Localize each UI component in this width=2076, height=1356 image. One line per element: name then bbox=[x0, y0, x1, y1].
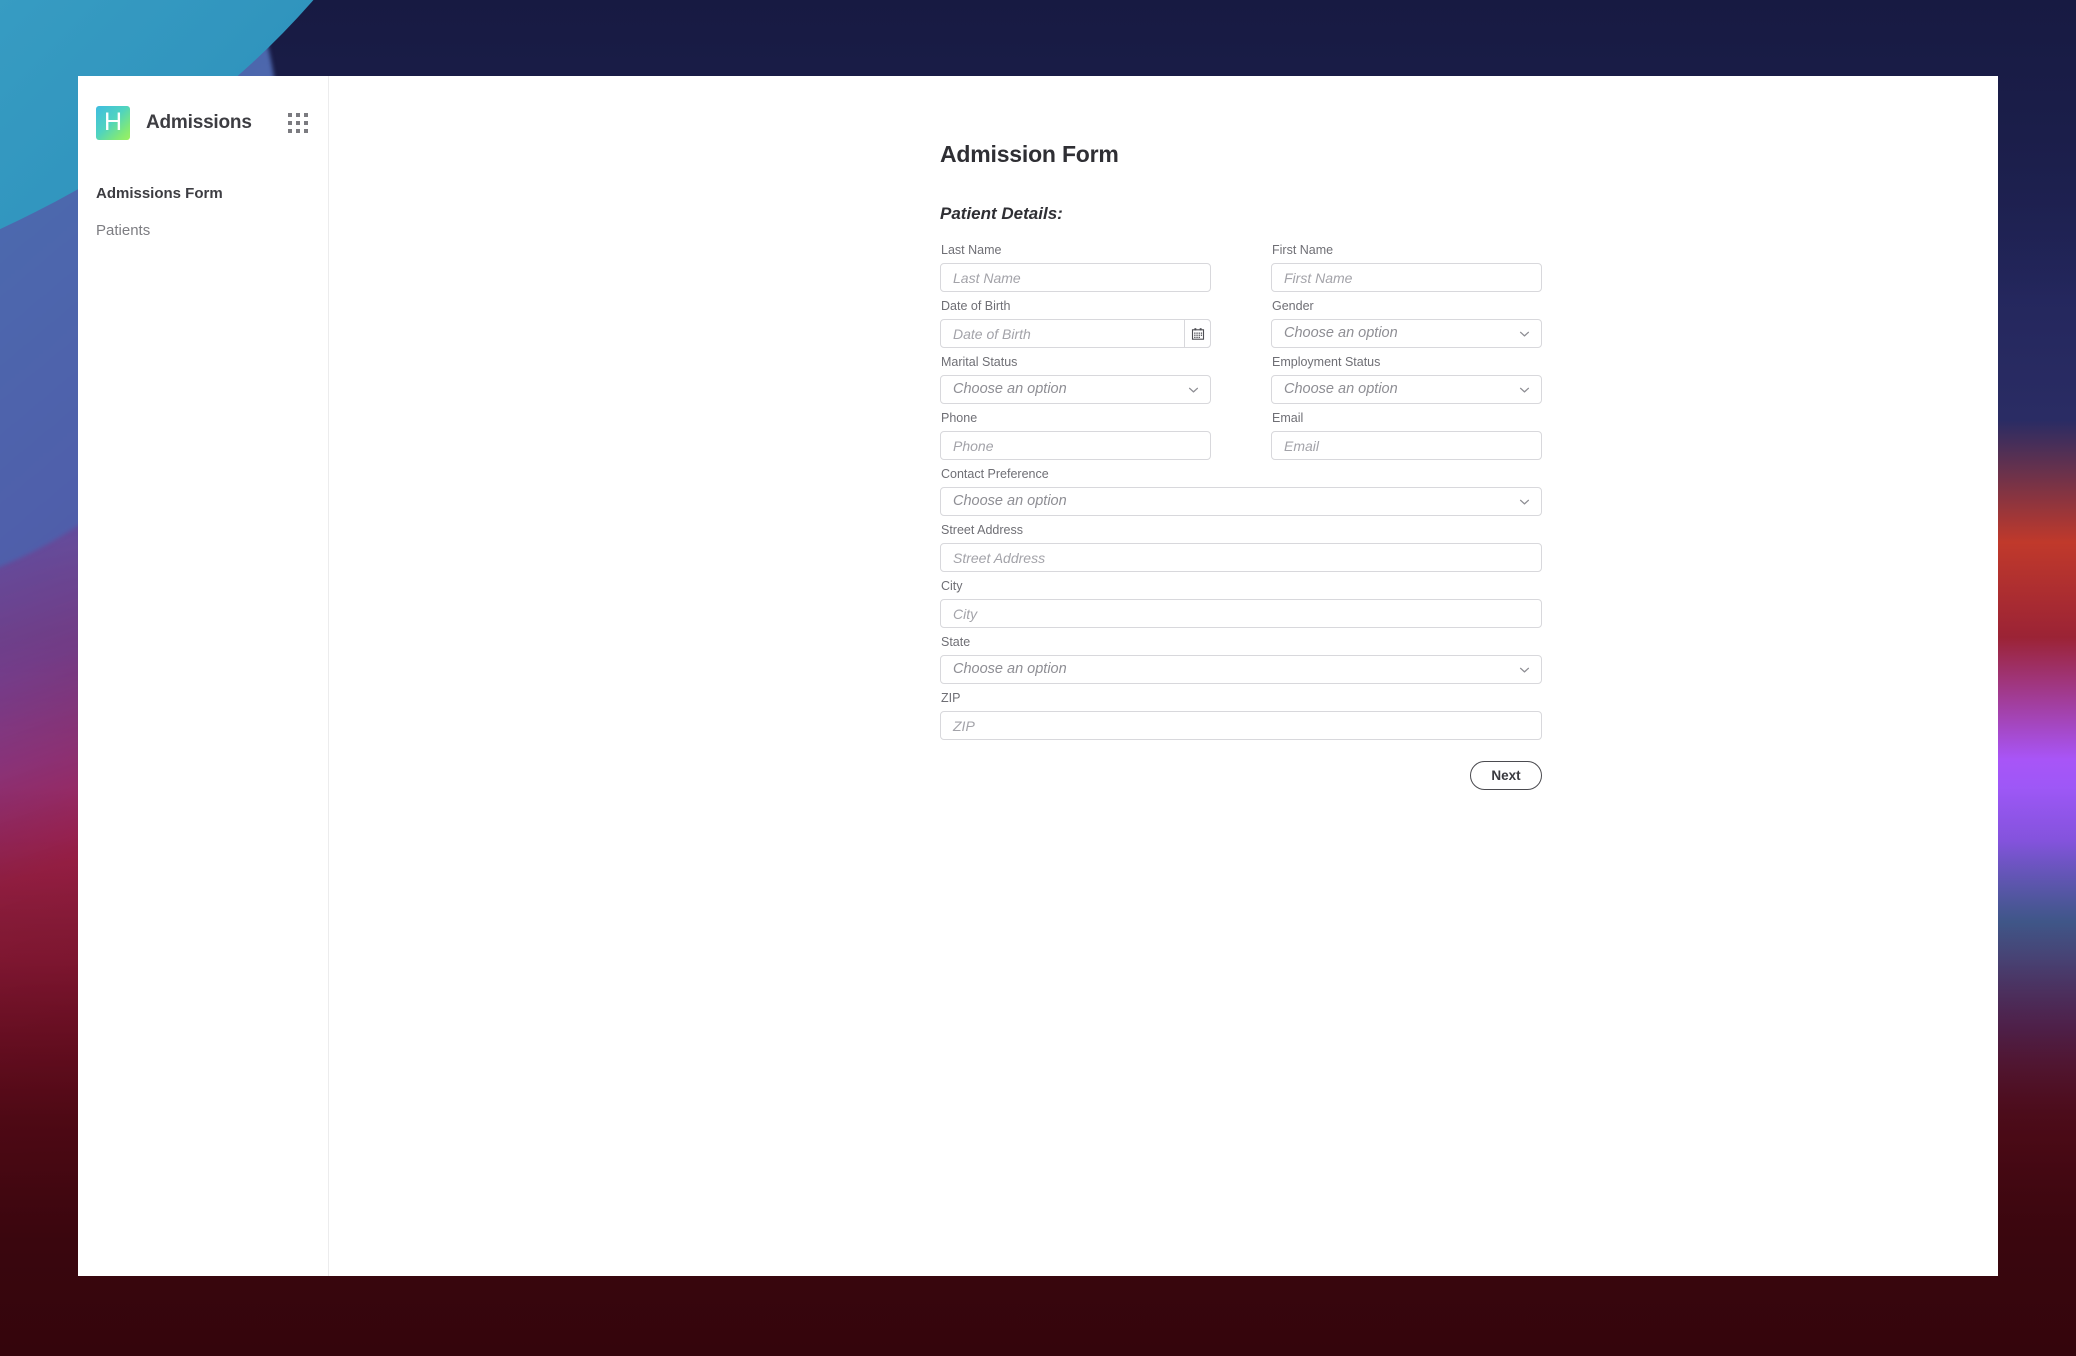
app-logo-letter: H bbox=[103, 108, 123, 136]
control-marital-status[interactable]: Choose an option bbox=[940, 375, 1211, 404]
chevron-down-icon bbox=[1519, 328, 1530, 339]
app-window: H Admissions Admissions Form Patients Ad… bbox=[78, 76, 1998, 1276]
placeholder-gender: Choose an option bbox=[1284, 325, 1398, 342]
chevron-down-icon bbox=[1519, 496, 1530, 507]
form-column-right: First Name First Name Gender Choose an o… bbox=[1271, 236, 1542, 460]
sidebar-item-patients[interactable]: Patients bbox=[78, 213, 328, 250]
main-content: Admission Form Patient Details: Last Nam… bbox=[329, 76, 1998, 1276]
control-last-name[interactable]: Last Name bbox=[940, 263, 1211, 292]
placeholder-city: City bbox=[953, 605, 978, 622]
field-state: State Choose an option bbox=[940, 628, 1542, 684]
chevron-down-icon bbox=[1188, 384, 1199, 395]
control-employment-status[interactable]: Choose an option bbox=[1271, 375, 1542, 404]
app-title: Admissions bbox=[146, 111, 252, 133]
placeholder-street-address: Street Address bbox=[953, 549, 1046, 566]
label-date-of-birth: Date of Birth bbox=[941, 299, 1011, 313]
placeholder-zip: ZIP bbox=[953, 717, 975, 734]
chevron-down-icon bbox=[1519, 384, 1530, 395]
field-date-of-birth: Date of Birth Date of Birth bbox=[940, 292, 1211, 348]
label-city: City bbox=[941, 579, 963, 593]
field-last-name: Last Name Last Name bbox=[940, 236, 1211, 292]
control-email[interactable]: Email bbox=[1271, 431, 1542, 460]
label-zip: ZIP bbox=[941, 691, 961, 705]
placeholder-email: Email bbox=[1284, 437, 1320, 454]
chevron-down-icon bbox=[1519, 664, 1530, 675]
field-contact-preference: Contact Preference Choose an option bbox=[940, 460, 1542, 516]
sidebar-brand-row: H Admissions bbox=[78, 76, 328, 148]
field-street-address: Street Address Street Address bbox=[940, 516, 1542, 572]
control-gender[interactable]: Choose an option bbox=[1271, 319, 1542, 348]
grid-apps-icon[interactable] bbox=[288, 112, 308, 133]
sidebar-item-admissions-form[interactable]: Admissions Form bbox=[78, 176, 328, 213]
label-employment-status: Employment Status bbox=[1272, 355, 1381, 369]
label-contact-preference: Contact Preference bbox=[941, 467, 1049, 481]
placeholder-state: Choose an option bbox=[953, 661, 1067, 678]
control-phone[interactable]: Phone bbox=[940, 431, 1211, 460]
control-street-address[interactable]: Street Address bbox=[940, 543, 1542, 572]
label-gender: Gender bbox=[1272, 299, 1314, 313]
field-employment-status: Employment Status Choose an option bbox=[1271, 348, 1542, 404]
form-actions: Next bbox=[940, 761, 1542, 790]
form-column-left: Last Name Last Name Date of Birth Date o… bbox=[940, 236, 1211, 460]
placeholder-marital-status: Choose an option bbox=[953, 381, 1067, 398]
placeholder-date-of-birth: Date of Birth bbox=[953, 325, 1031, 342]
sidebar-item-label: Admissions Form bbox=[96, 185, 223, 202]
control-contact-preference[interactable]: Choose an option bbox=[940, 487, 1542, 516]
calendar-icon[interactable] bbox=[1184, 319, 1211, 348]
page-title: Admission Form bbox=[940, 141, 1119, 167]
label-marital-status: Marital Status bbox=[941, 355, 1018, 369]
placeholder-contact-preference: Choose an option bbox=[953, 493, 1067, 510]
sidebar: H Admissions Admissions Form Patients bbox=[78, 76, 329, 1276]
placeholder-first-name: First Name bbox=[1284, 269, 1353, 286]
control-date-of-birth[interactable]: Date of Birth bbox=[940, 319, 1211, 348]
label-street-address: Street Address bbox=[941, 523, 1023, 537]
placeholder-employment-status: Choose an option bbox=[1284, 381, 1398, 398]
next-button[interactable]: Next bbox=[1470, 761, 1542, 790]
field-first-name: First Name First Name bbox=[1271, 236, 1542, 292]
control-state[interactable]: Choose an option bbox=[940, 655, 1542, 684]
label-email: Email bbox=[1272, 411, 1304, 425]
sidebar-item-label: Patients bbox=[96, 221, 151, 239]
field-email: Email Email bbox=[1271, 404, 1542, 460]
admission-form: Admission Form Patient Details: Last Nam… bbox=[940, 141, 1542, 790]
placeholder-last-name: Last Name bbox=[953, 269, 1021, 286]
sidebar-nav: Admissions Form Patients bbox=[78, 148, 328, 249]
form-row-names: Last Name Last Name Date of Birth Date o… bbox=[940, 236, 1542, 460]
label-first-name: First Name bbox=[1272, 243, 1334, 257]
control-city[interactable]: City bbox=[940, 599, 1542, 628]
section-title-patient-details: Patient Details: bbox=[940, 204, 1063, 223]
field-phone: Phone Phone bbox=[940, 404, 1211, 460]
field-gender: Gender Choose an option bbox=[1271, 292, 1542, 348]
field-zip: ZIP ZIP bbox=[940, 684, 1542, 740]
label-last-name: Last Name bbox=[941, 243, 1002, 257]
desktop-background: H Admissions Admissions Form Patients Ad… bbox=[0, 0, 2076, 1356]
control-zip[interactable]: ZIP bbox=[940, 711, 1542, 740]
placeholder-phone: Phone bbox=[953, 437, 994, 454]
label-phone: Phone bbox=[941, 411, 978, 425]
label-state: State bbox=[941, 635, 971, 649]
control-first-name[interactable]: First Name bbox=[1271, 263, 1542, 292]
field-city: City City bbox=[940, 572, 1542, 628]
app-logo-icon: H bbox=[96, 105, 130, 140]
field-marital-status: Marital Status Choose an option bbox=[940, 348, 1211, 404]
